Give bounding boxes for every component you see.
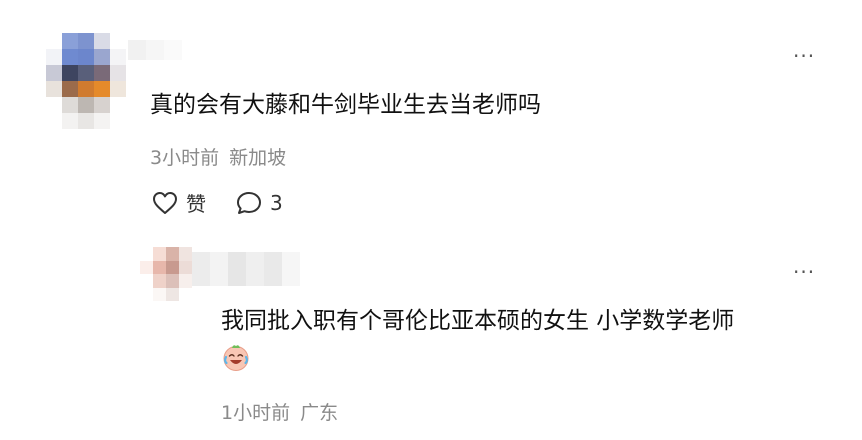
- avatar-mosaic-tile: [179, 247, 192, 261]
- avatar-mosaic-tile: [62, 113, 78, 129]
- avatar-mosaic-tile: [94, 81, 110, 97]
- avatar-mosaic-tile: [110, 65, 126, 81]
- avatar-mosaic-tile: [78, 33, 94, 49]
- avatar-mosaic-tile: [78, 81, 94, 97]
- avatar-mosaic-tile: [110, 113, 126, 129]
- avatar-mosaic-tile: [46, 49, 62, 65]
- reply-time: 1小时前: [221, 402, 291, 424]
- avatar-mosaic-tile: [78, 97, 94, 113]
- avatar-mosaic-tile: [46, 97, 62, 113]
- avatar-mosaic-tile: [62, 65, 78, 81]
- avatar-mosaic-tile: [153, 287, 166, 301]
- avatar-mosaic-tile: [46, 65, 62, 81]
- reply-more-options-icon[interactable]: ···: [793, 262, 815, 282]
- avatar-mosaic-tile: [110, 49, 126, 65]
- avatar-mosaic-tile: [140, 287, 153, 301]
- comment-actions: 赞 3: [152, 188, 283, 217]
- avatar-mosaic-tile: [62, 33, 78, 49]
- avatar-mosaic-tile: [153, 247, 166, 261]
- reply-button[interactable]: 3: [236, 191, 283, 215]
- crying-laughing-emoji-icon: [223, 345, 249, 371]
- avatar-mosaic-tile: [110, 81, 126, 97]
- avatar-mosaic-tile: [179, 260, 192, 274]
- avatar-mosaic-tile: [179, 274, 192, 288]
- avatar-mosaic-tile: [94, 65, 110, 81]
- comment-location: 新加坡: [229, 147, 287, 169]
- reply-meta: 1小时前 广东: [221, 398, 338, 425]
- avatar-mosaic-tile: [140, 260, 153, 274]
- username-blurred[interactable]: [128, 40, 182, 60]
- avatar-mosaic-tile: [62, 49, 78, 65]
- avatar[interactable]: [46, 33, 126, 129]
- reply-text: 我同批入职有个哥伦比亚本硕的女生 小学数学老师: [221, 308, 735, 334]
- avatar-mosaic-tile: [94, 97, 110, 113]
- avatar-mosaic-tile: [110, 33, 126, 49]
- comment-bubble-icon: [237, 191, 261, 214]
- avatar-mosaic-tile: [46, 81, 62, 97]
- avatar-mosaic-tile: [62, 97, 78, 113]
- avatar-mosaic-tile: [140, 274, 153, 288]
- reply-avatar[interactable]: [140, 247, 192, 301]
- avatar-mosaic-tile: [94, 49, 110, 65]
- avatar-mosaic-tile: [78, 65, 94, 81]
- avatar-mosaic-tile: [179, 287, 192, 301]
- avatar-mosaic-tile: [78, 49, 94, 65]
- reply-username-blurred[interactable]: [192, 252, 300, 286]
- avatar-mosaic-tile: [46, 33, 62, 49]
- avatar-mosaic-tile: [140, 247, 153, 261]
- avatar-mosaic-tile: [166, 247, 179, 261]
- avatar-mosaic-tile: [94, 113, 110, 129]
- avatar-mosaic-tile: [166, 274, 179, 288]
- comment-meta: 3小时前 新加坡: [150, 143, 286, 170]
- heart-icon: [153, 191, 177, 214]
- avatar-mosaic-tile: [94, 33, 110, 49]
- comment-text: 真的会有大藤和牛剑毕业生去当老师吗: [150, 92, 541, 118]
- like-button[interactable]: 赞: [152, 188, 206, 217]
- avatar-mosaic-tile: [62, 81, 78, 97]
- avatar-mosaic-tile: [166, 260, 179, 274]
- avatar-mosaic-tile: [153, 274, 166, 288]
- like-label: 赞: [186, 192, 206, 216]
- avatar-mosaic-tile: [153, 260, 166, 274]
- reply-count: 3: [270, 190, 283, 215]
- avatar-mosaic-tile: [78, 113, 94, 129]
- avatar-mosaic-tile: [166, 287, 179, 301]
- avatar-mosaic-tile: [46, 113, 62, 129]
- reply-location: 广东: [300, 402, 339, 424]
- more-options-icon[interactable]: ···: [793, 46, 815, 66]
- comment-time: 3小时前: [150, 147, 220, 169]
- avatar-mosaic-tile: [110, 97, 126, 113]
